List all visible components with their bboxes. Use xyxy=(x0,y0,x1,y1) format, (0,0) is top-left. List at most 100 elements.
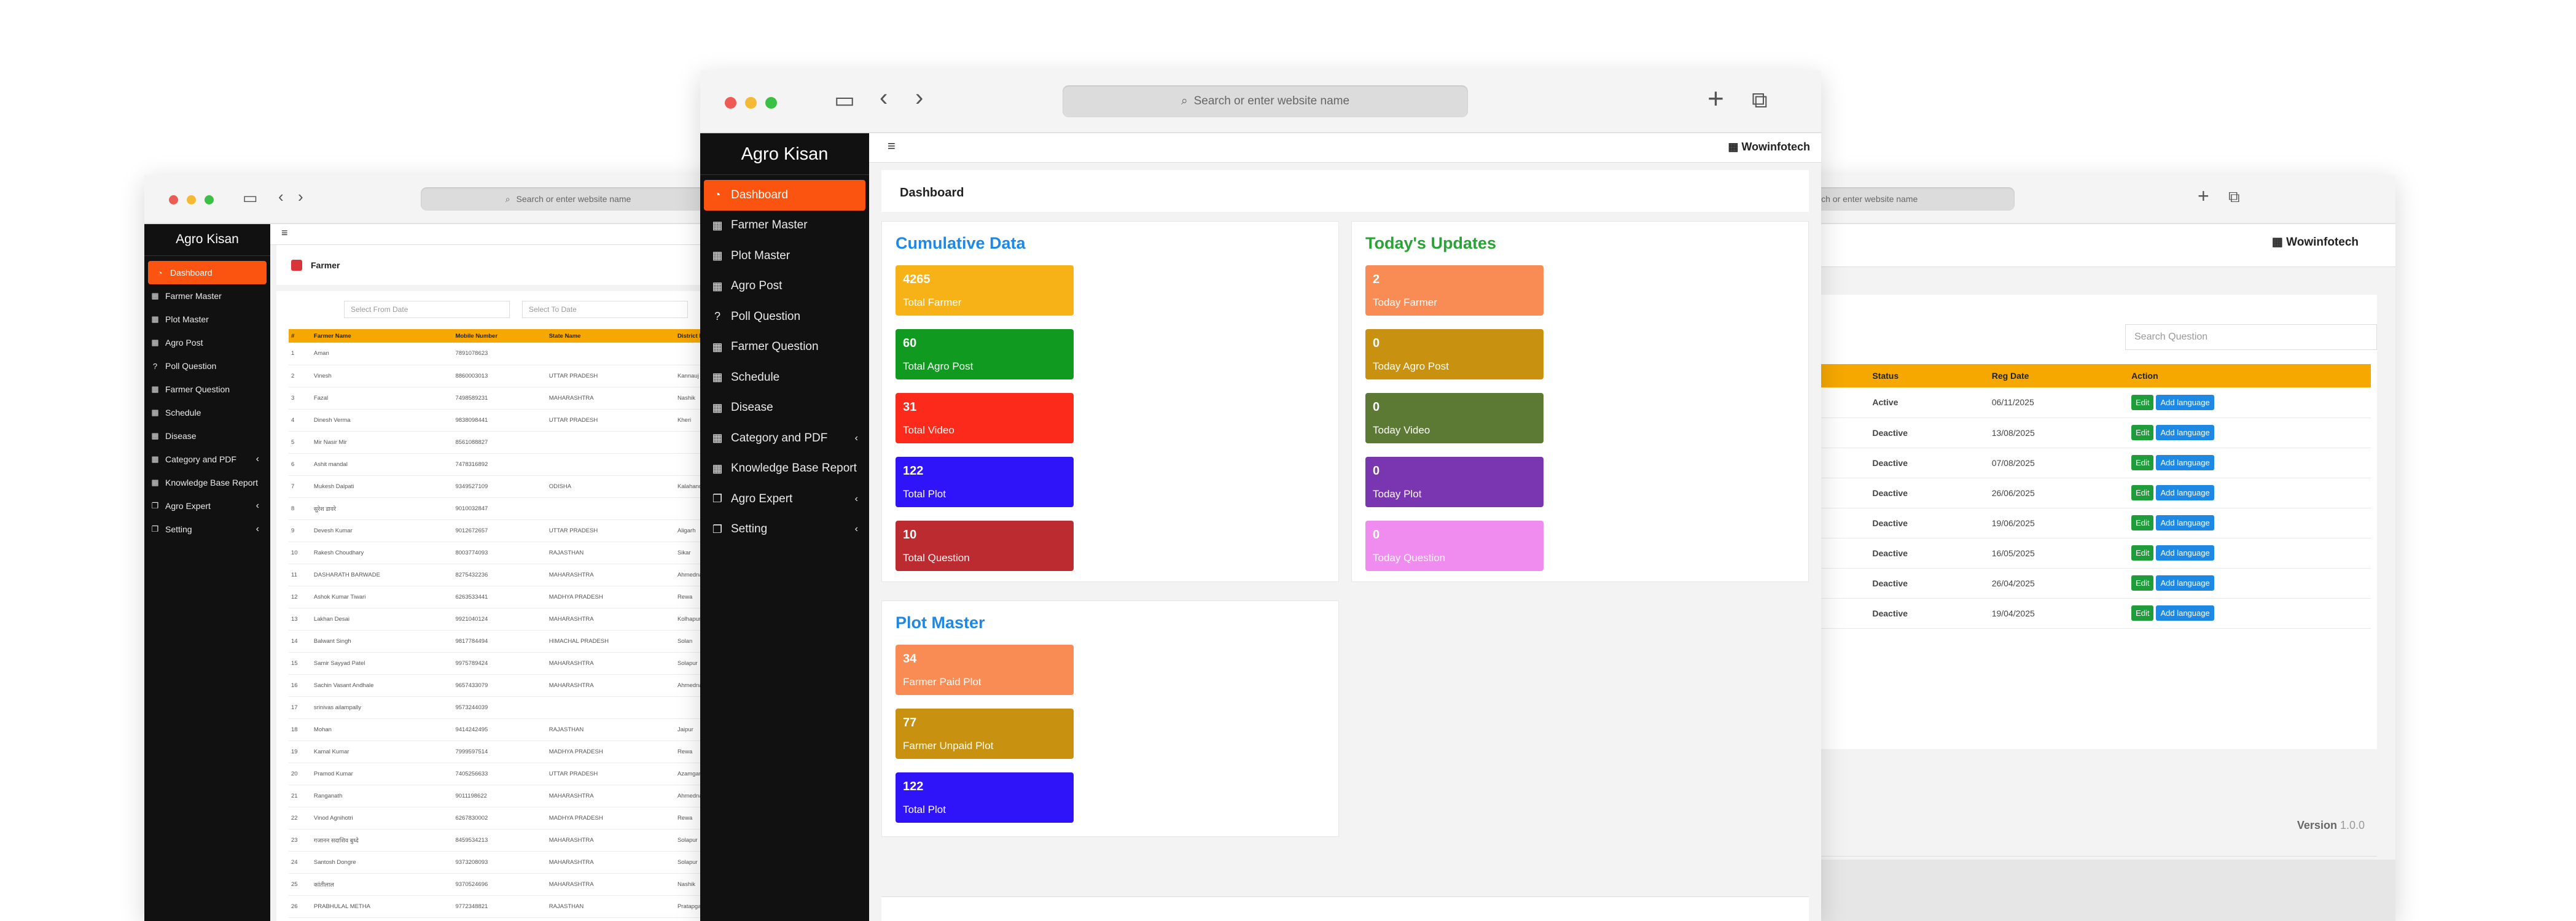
sidebar-item-setting[interactable]: ❐ Setting ‹ xyxy=(144,518,270,541)
sidebar-item-agro-expert[interactable]: ❐ Agro Expert ‹ xyxy=(700,484,869,515)
edit-button[interactable]: Edit xyxy=(2131,605,2154,621)
status-badge[interactable]: Deactive xyxy=(1867,478,1987,508)
sidebar-item-agro-post[interactable]: ▦ Agro Post xyxy=(700,271,869,302)
stat-card[interactable]: 60 Total Agro Post xyxy=(896,329,1074,379)
add-language-button[interactable]: Add language xyxy=(2156,605,2214,621)
maximize-window-button[interactable] xyxy=(765,97,777,109)
sidebar-item-dashboard[interactable]: ◔ Dashboard xyxy=(148,261,267,284)
table-cell: Samir Sayyad Patel xyxy=(311,652,453,675)
sidebar-item-plot-master[interactable]: ▦ Plot Master xyxy=(700,241,869,271)
tabs-icon[interactable]: ⧉ xyxy=(1752,89,1768,111)
sidebar-item-poll-question[interactable]: ? Poll Question xyxy=(700,301,869,332)
sidebar-item-schedule[interactable]: ▦ Schedule xyxy=(700,362,869,393)
hamburger-icon[interactable]: ≡ xyxy=(281,227,288,239)
stat-card[interactable]: 0 Today Video xyxy=(1365,393,1544,443)
grid-icon: ▦ xyxy=(151,478,159,487)
forward-arrow-icon[interactable]: › xyxy=(915,85,923,110)
stat-card[interactable]: 0 Today Question xyxy=(1365,521,1544,571)
table-cell: 6263533441 xyxy=(453,586,547,608)
tabs-icon[interactable]: ⧉ xyxy=(2228,188,2240,204)
add-language-button[interactable]: Add language xyxy=(2156,575,2214,591)
add-language-button[interactable]: Add language xyxy=(2156,425,2214,440)
copy-icon: ❐ xyxy=(151,524,159,534)
edit-button[interactable]: Edit xyxy=(2131,425,2154,440)
stat-card[interactable]: 122 Total Plot xyxy=(896,772,1074,823)
sidebar-item-category-and-pdf[interactable]: ▦ Category and PDF ‹ xyxy=(700,423,869,454)
sidebar-item-knowledge-base-report[interactable]: ▦ Knowledge Base Report xyxy=(700,454,869,484)
sidebar-toggle-icon[interactable]: ▭ xyxy=(243,190,258,206)
stat-card[interactable]: 0 Today Agro Post xyxy=(1365,329,1544,379)
sidebar-item-schedule[interactable]: ▦ Schedule xyxy=(144,401,270,424)
from-date-input[interactable]: Select From Date xyxy=(344,301,510,318)
sidebar-item-plot-master[interactable]: ▦ Plot Master xyxy=(144,308,270,331)
table-cell: 9370524696 xyxy=(453,873,547,896)
cumulative-cards: 4265 Total Farmer 60 Total Agro Post 31 Total… xyxy=(896,265,1325,571)
to-date-input[interactable]: Select To Date xyxy=(522,301,688,318)
stat-card[interactable]: 10 Total Question xyxy=(896,521,1074,571)
sidebar-item-disease[interactable]: ▦ Disease xyxy=(144,424,270,448)
sidebar-item-agro-expert[interactable]: ❐ Agro Expert ‹ xyxy=(144,494,270,518)
edit-button[interactable]: Edit xyxy=(2131,485,2154,500)
hamburger-icon[interactable]: ≡ xyxy=(888,138,896,154)
table-cell: RAJASTHAN xyxy=(546,895,675,918)
add-language-button[interactable]: Add language xyxy=(2156,394,2214,410)
status-badge[interactable]: Deactive xyxy=(1867,508,1987,538)
minimize-window-button[interactable] xyxy=(187,195,196,204)
sidebar-item-farmer-master[interactable]: ▦ Farmer Master xyxy=(700,211,869,241)
status-badge[interactable]: Deactive xyxy=(1867,538,1987,569)
table-cell: 9838098441 xyxy=(453,409,547,432)
page-title: Dashboard xyxy=(881,170,1809,212)
sidebar-item-category-and-pdf[interactable]: ▦ Category and PDF ‹ xyxy=(144,448,270,471)
stat-card[interactable]: 2 Today Farmer xyxy=(1365,265,1544,316)
status-badge[interactable]: Deactive xyxy=(1867,568,1987,599)
sidebar-item-agro-post[interactable]: ▦ Agro Post xyxy=(144,331,270,354)
address-bar[interactable]: ⌕ Search or enter website name xyxy=(421,187,716,211)
add-language-button[interactable]: Add language xyxy=(2156,455,2214,470)
sidebar-toggle-icon[interactable]: ▭ xyxy=(834,89,855,111)
sidebar-item-farmer-master[interactable]: ▦ Farmer Master xyxy=(144,284,270,308)
address-bar-text: Search or enter website name xyxy=(1193,95,1350,107)
sidebar-item-poll-question[interactable]: ? Poll Question xyxy=(144,354,270,378)
close-window-button[interactable] xyxy=(169,195,178,204)
table-cell: 8459534213 xyxy=(453,829,547,852)
forward-arrow-icon[interactable]: › xyxy=(298,188,303,204)
sidebar-item-farmer-question[interactable]: ▦ Farmer Question xyxy=(144,378,270,401)
status-badge[interactable]: Active xyxy=(1867,387,1987,418)
column-header: State Name xyxy=(546,329,675,343)
stat-card[interactable]: 34 Farmer Paid Plot xyxy=(896,645,1074,695)
plus-icon[interactable]: + xyxy=(2198,186,2209,206)
edit-button[interactable]: Edit xyxy=(2131,575,2154,591)
edit-button[interactable]: Edit xyxy=(2131,394,2154,410)
minimize-window-button[interactable] xyxy=(745,97,757,109)
add-language-button[interactable]: Add language xyxy=(2156,515,2214,530)
status-badge[interactable]: Deactive xyxy=(1867,598,1987,629)
close-window-button[interactable] xyxy=(725,97,736,109)
stat-card[interactable]: 122 Total Plot xyxy=(896,457,1074,507)
top-navbar: ≡ ▦ Wowinfotech xyxy=(869,133,1821,163)
table-cell: MAHARASHTRA xyxy=(546,873,675,896)
reg-date: 16/05/2025 xyxy=(1986,538,2127,569)
sidebar-item-disease[interactable]: ▦ Disease xyxy=(700,393,869,424)
plus-icon[interactable]: + xyxy=(1708,84,1724,112)
table-cell: MADHYA PRADESH xyxy=(546,740,675,763)
stat-card[interactable]: 77 Farmer Unpaid Plot xyxy=(896,709,1074,759)
back-arrow-icon[interactable]: ‹ xyxy=(880,85,888,110)
status-badge[interactable]: Deactive xyxy=(1867,418,1987,448)
stat-card[interactable]: 4265 Total Farmer xyxy=(896,265,1074,316)
stat-card[interactable]: 31 Total Video xyxy=(896,393,1074,443)
add-language-button[interactable]: Add language xyxy=(2156,545,2214,561)
add-language-button[interactable]: Add language xyxy=(2156,485,2214,500)
sidebar-item-knowledge-base-report[interactable]: ▦ Knowledge Base Report xyxy=(144,471,270,494)
edit-button[interactable]: Edit xyxy=(2131,515,2154,530)
back-arrow-icon[interactable]: ‹ xyxy=(278,188,284,204)
sidebar-item-dashboard[interactable]: ◔ Dashboard xyxy=(704,180,865,211)
address-bar-center[interactable]: ⌕ Search or enter website name xyxy=(1063,85,1468,117)
maximize-window-button[interactable] xyxy=(205,195,214,204)
status-badge[interactable]: Deactive xyxy=(1867,448,1987,478)
sidebar-item-farmer-question[interactable]: ▦ Farmer Question xyxy=(700,332,869,363)
sidebar-item-setting[interactable]: ❐ Setting ‹ xyxy=(700,515,869,545)
search-question-input[interactable]: Search Question xyxy=(2125,324,2377,350)
edit-button[interactable]: Edit xyxy=(2131,545,2154,561)
edit-button[interactable]: Edit xyxy=(2131,455,2154,470)
stat-card[interactable]: 0 Today Plot xyxy=(1365,457,1544,507)
